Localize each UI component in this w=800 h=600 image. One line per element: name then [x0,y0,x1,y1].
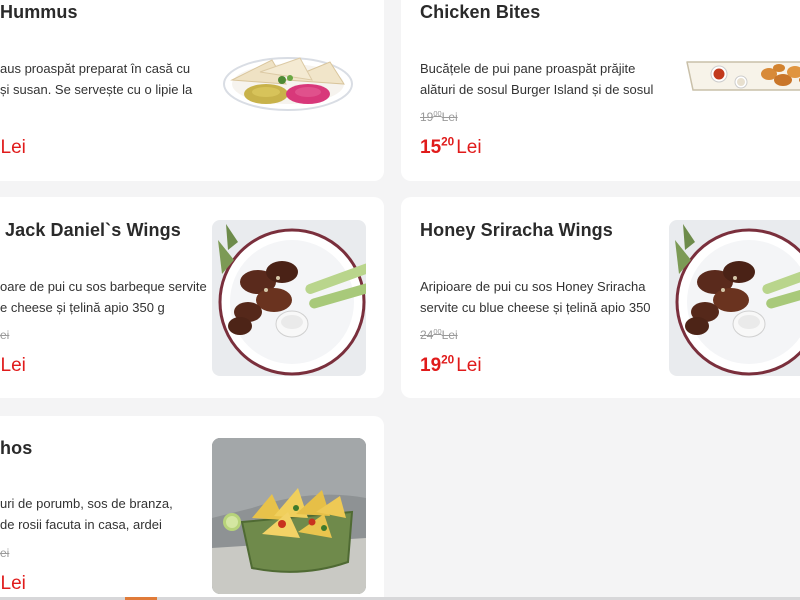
menu-item-old-price: 2400Lei [420,327,458,342]
menu-item-card-nachos[interactable]: hos uri de porumb, sos de branza, de ros… [0,416,384,600]
menu-item-price: 0Lei [0,137,26,159]
menu-item-old-price: ei [0,546,10,560]
price-decimals: 20 [441,135,455,149]
description-line: e cheese și țelină apio 350 g [0,300,165,315]
chicken-bites-plate-image[interactable] [685,58,800,94]
description-line: alături de sosul Burger Island și de sos… [420,82,654,97]
price-decimals: 20 [441,353,455,367]
menu-item-title[interactable]: Hummus [0,2,78,23]
menu-item-card-jack-daniels-wings[interactable]: Jack Daniel`s Wings oare de pui cu sos b… [0,197,384,398]
wings-plate-image[interactable] [669,220,800,376]
description-line: și susan. Se servește cu o lipie la [0,82,193,97]
price-integer: 15 [420,137,442,158]
menu-item-description: aus proaspăt preparat în casă cu și susa… [0,58,192,100]
menu-item-card-hummus[interactable]: Hummus aus proaspăt preparat în casă cu … [0,0,384,181]
menu-item-price: 0Lei [0,573,26,595]
menu-item-title[interactable]: hos [0,438,32,459]
description-line: Aripioare de pui cu sos Honey Sriracha [420,279,646,294]
price-currency: Lei [456,137,482,158]
menu-item-description: uri de porumb, sos de branza, de rosii f… [0,493,173,535]
menu-item-description: oare de pui cu sos barbeque servite e ch… [0,276,207,318]
menu-item-description: Bucățele de pui pane proaspăt prăjite al… [420,58,653,100]
price-currency: Lei [0,355,26,376]
price-currency: Lei [456,355,482,376]
menu-item-price: 0Lei [0,355,26,377]
description-line: aus proaspăt preparat în casă cu [0,61,191,76]
menu-item-old-price: 1900Lei [420,109,458,124]
hummus-plate-image[interactable] [220,50,356,114]
menu-item-price: 1920 Lei [420,353,482,377]
description-line: oare de pui cu sos barbeque servite [0,279,207,294]
description-line: uri de porumb, sos de branza, [0,496,173,511]
menu-item-title[interactable]: Chicken Bites [420,2,540,23]
menu-item-price: 1520 Lei [420,135,482,159]
price-currency: Lei [0,137,26,158]
nachos-dish-image[interactable] [212,438,366,594]
price-integer: 19 [420,355,442,376]
menu-item-title[interactable]: Honey Sriracha Wings [420,220,613,241]
description-line: de rosii facuta in casa, ardei [0,517,162,532]
menu-item-title[interactable]: Jack Daniel`s Wings [5,220,181,241]
menu-item-old-price: ei [0,328,10,342]
menu-item-card-honey-sriracha-wings[interactable]: Honey Sriracha Wings Aripioare de pui cu… [401,197,800,398]
price-currency: Lei [0,573,26,594]
menu-item-description: Aripioare de pui cu sos Honey Sriracha s… [420,276,651,318]
description-line: Bucățele de pui pane proaspăt prăjite [420,61,636,76]
menu-item-card-chicken-bites[interactable]: Chicken Bites Bucățele de pui pane proas… [401,0,800,181]
description-line: servite cu blue cheese și țelină apio 35… [420,300,651,315]
wings-plate-image[interactable] [212,220,366,376]
